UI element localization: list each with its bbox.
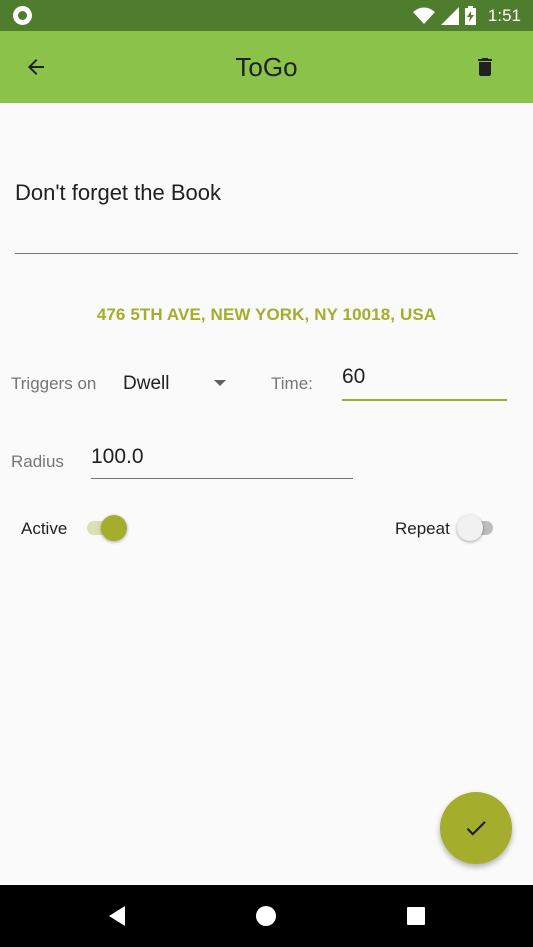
triggers-label: Triggers on: [11, 374, 97, 393]
app-title: ToGo: [235, 52, 298, 82]
nav-back-button[interactable]: [102, 901, 132, 931]
back-button[interactable]: [14, 45, 58, 89]
radius-field[interactable]: [91, 445, 353, 479]
dropdown-arrow-icon: [214, 380, 226, 386]
recents-square-icon: [407, 907, 425, 925]
reminder-title-field[interactable]: [15, 176, 518, 254]
status-time: 1:51: [487, 5, 521, 25]
repeat-toggle[interactable]: [457, 515, 499, 541]
notification-icon: [13, 6, 32, 25]
status-bar: 1:51: [0, 0, 533, 31]
active-toggle[interactable]: [85, 515, 127, 541]
time-input[interactable]: [342, 365, 507, 389]
battery-charging-icon: [464, 6, 476, 25]
back-triangle-icon: [109, 906, 125, 926]
active-toggle-thumb: [101, 515, 127, 541]
delete-button[interactable]: [463, 45, 507, 89]
status-icons: 1:51: [412, 0, 521, 31]
system-nav-bar: [0, 885, 533, 947]
repeat-label: Repeat: [395, 519, 450, 538]
cell-signal-icon: [440, 6, 459, 25]
nav-recents-button[interactable]: [401, 901, 431, 931]
address-text: 476 5TH AVE, NEW YORK, NY 10018, USA: [96, 305, 437, 324]
save-fab-button[interactable]: [440, 792, 512, 864]
trigger-dropdown-value: Dwell: [123, 373, 170, 394]
home-circle-icon: [256, 906, 276, 926]
reminder-title-input[interactable]: [15, 176, 518, 206]
radius-label: Radius: [11, 452, 64, 471]
app-bar: ToGo: [0, 31, 533, 103]
trigger-dropdown[interactable]: Dwell: [123, 370, 233, 398]
repeat-toggle-thumb: [457, 515, 483, 541]
trash-icon: [478, 58, 492, 76]
radius-input[interactable]: [91, 445, 353, 469]
active-label: Active: [21, 519, 68, 538]
wifi-icon: [412, 7, 435, 24]
nav-home-button[interactable]: [251, 901, 281, 931]
arrow-back-icon: [28, 59, 44, 75]
time-label: Time:: [271, 374, 313, 393]
time-field[interactable]: [342, 365, 507, 401]
checkmark-icon: [466, 821, 486, 836]
